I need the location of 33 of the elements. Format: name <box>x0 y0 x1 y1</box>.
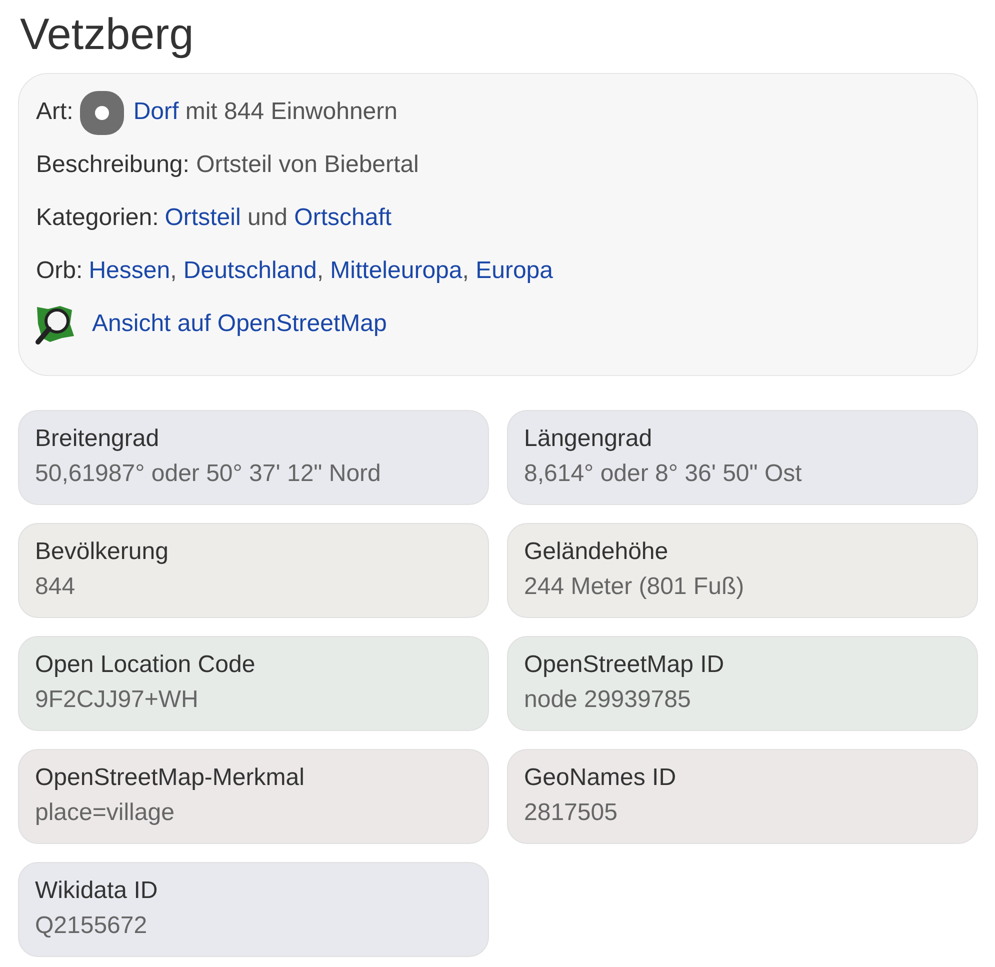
fact-value: 244 Meter (801 Fuß) <box>524 572 746 602</box>
link[interactable]: Ortschaft <box>294 202 392 234</box>
link[interactable]: Ortsteil <box>164 202 241 234</box>
fact-label: Geländehöhe <box>524 538 670 567</box>
fact-value: 9F2CJJ97+WH <box>35 686 200 715</box>
fact-label: Wikidata ID <box>35 877 159 906</box>
link[interactable]: Ansicht auf OpenStreetMap <box>92 308 387 340</box>
fact-label: Open Location Code <box>35 651 256 680</box>
link[interactable]: Deutschland <box>183 255 317 286</box>
info-line: Kategorien: Ortsteil und Ortschaft <box>36 202 393 236</box>
map-magnifier-icon <box>34 304 76 346</box>
fact-label: GeoNames ID <box>524 764 678 793</box>
fact-value: node 29939785 <box>524 686 692 715</box>
link[interactable]: Mitteleuropa <box>330 255 462 286</box>
page-title: Vetzberg <box>20 9 195 61</box>
village-marker-icon <box>79 90 126 136</box>
link[interactable]: Europa <box>476 255 553 286</box>
fact-value: 50,61987° oder 50° 37' 12" Nord <box>35 460 382 489</box>
info-line: Art: Dorf mit 844 Einwohnern <box>36 96 960 150</box>
fact-label: Längengrad <box>524 425 654 454</box>
fact-value: Q2155672 <box>35 912 148 941</box>
link[interactable]: Hessen <box>88 255 170 286</box>
fact-value: 2817505 <box>524 798 618 828</box>
fact-label: Bevölkerung <box>35 538 170 567</box>
link[interactable]: Dorf <box>133 96 179 128</box>
fact-value: place=village <box>35 798 176 828</box>
fact-label: Breitengrad <box>35 425 160 454</box>
fact-value: 8,614° oder 8° 36' 50" Ost <box>524 460 803 489</box>
fact-label: OpenStreetMap-Merkmal <box>35 764 306 793</box>
fact-value: 844 <box>35 572 76 602</box>
info-line: Beschreibung: Ortsteil von Biebertal <box>36 150 420 180</box>
fact-label: OpenStreetMap ID <box>524 651 726 680</box>
info-line: Orb: Hessen, Deutschland, Mitteleuropa, Europa <box>36 255 554 288</box>
